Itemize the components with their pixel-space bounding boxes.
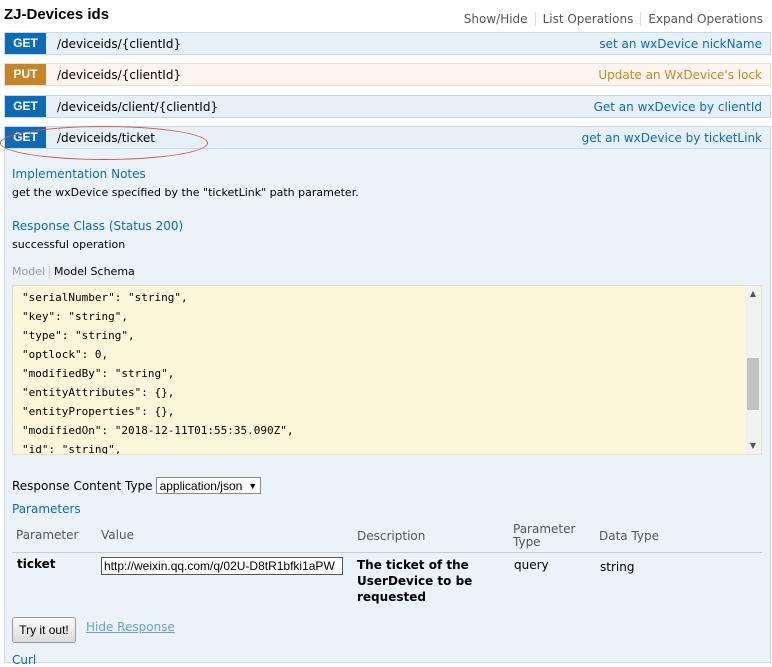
col-header-parameter-type: Type (513, 535, 541, 549)
col-header-parameter-type: Parameter (513, 522, 576, 536)
response-content-type-label: Response Content Type (12, 478, 153, 493)
col-header-value: Value (101, 528, 134, 542)
model-schema-box[interactable]: "serialNumber": "string", "key": "string… (12, 285, 762, 455)
list-operations-link[interactable]: List Operations (543, 12, 634, 26)
schema-line: "serialNumber": "string", (22, 291, 188, 304)
param-name: ticket (17, 557, 56, 571)
operation-summary[interactable]: set an wxDevice nickName (599, 37, 762, 51)
response-class-title: Response Class (Status 200) (12, 219, 184, 233)
link-divider (640, 12, 642, 26)
method-badge[interactable]: GET (5, 96, 46, 117)
schema-line: "modifiedOn": "2018-12-11T01:55:35.090Z"… (22, 424, 294, 437)
response-content-type: Response Content Type application/json ▼ (12, 477, 262, 494)
schema-code: "serialNumber": "string", "key": "string… (22, 288, 294, 455)
operation-path[interactable]: /deviceids/ticket (57, 131, 155, 145)
param-description: requested (357, 590, 426, 604)
schema-line: "modifiedBy": "string", (22, 367, 175, 380)
operation-get-deviceids-ticket[interactable]: GET /deviceids/ticket get an wxDevice by… (4, 126, 771, 149)
param-type: query (514, 558, 549, 572)
method-badge[interactable]: GET (5, 33, 46, 54)
expand-operations-link[interactable]: Expand Operations (648, 12, 763, 26)
col-header-data-type: Data Type (599, 529, 660, 543)
response-content-type-select[interactable]: application/json ▼ (155, 477, 262, 494)
schema-scrollbar[interactable]: ▲ ▼ (745, 286, 761, 454)
operation-path[interactable]: /deviceids/client/{clientId} (57, 100, 218, 114)
schema-line: "entityAttributes": {}, (22, 386, 175, 399)
scroll-up-icon[interactable]: ▲ (745, 286, 761, 302)
resource-links: Show/Hide List Operations Expand Operati… (464, 12, 763, 26)
select-value: application/json (159, 478, 243, 493)
method-badge[interactable]: PUT (5, 64, 46, 85)
operation-get-deviceids-client[interactable]: GET /deviceids/client/{clientId} Get an … (4, 95, 771, 118)
dropdown-caret-icon: ▼ (248, 480, 258, 491)
show-hide-link[interactable]: Show/Hide (464, 12, 528, 26)
response-class-text: successful operation (12, 238, 126, 251)
param-data-type: string (600, 560, 635, 574)
implementation-notes-text: get the wxDevice specified by the "ticke… (12, 186, 359, 199)
param-description: The ticket of the (357, 558, 469, 572)
operation-summary[interactable]: Update an WxDevice's lock (598, 68, 762, 82)
operation-put-deviceids-clientid[interactable]: PUT /deviceids/{clientId} Update an WxDe… (4, 63, 771, 86)
parameters-title: Parameters (12, 502, 81, 516)
ticket-value-input[interactable]: http://weixin.qq.com/q/02U-D8tR1bfki1aPW (101, 557, 343, 575)
resource-title[interactable]: ZJ-Devices ids (4, 6, 109, 23)
operation-get-deviceids-clientid[interactable]: GET /deviceids/{clientId} set an wxDevic… (4, 32, 771, 55)
schema-line: "key": "string", (22, 310, 128, 323)
col-header-description: Description (357, 529, 426, 543)
schema-line: "id": "string", (22, 443, 122, 455)
implementation-notes-title: Implementation Notes (12, 167, 146, 181)
operation-summary[interactable]: get an wxDevice by ticketLink (582, 131, 762, 145)
scroll-down-icon[interactable]: ▼ (745, 438, 761, 454)
schema-line: "optlock": 0, (22, 348, 109, 361)
link-divider (534, 12, 536, 26)
col-header-parameter: Parameter (16, 528, 79, 542)
tab-divider (49, 265, 51, 278)
operation-path[interactable]: /deviceids/{clientId} (57, 37, 181, 51)
scroll-thumb[interactable] (747, 358, 759, 410)
table-divider (12, 552, 762, 553)
model-tabs: Model Model Schema (12, 265, 135, 278)
curl-title: Curl (12, 653, 37, 667)
try-it-out-button[interactable]: Try it out! (12, 617, 76, 643)
schema-line: "entityProperties": {}, (22, 405, 175, 418)
schema-line: "type": "string", (22, 329, 135, 342)
hide-response-link[interactable]: Hide Response (86, 620, 175, 634)
tab-model-schema[interactable]: Model Schema (54, 265, 135, 278)
tab-model[interactable]: Model (12, 265, 45, 278)
operation-summary[interactable]: Get an wxDevice by clientId (594, 100, 762, 114)
operation-path[interactable]: /deviceids/{clientId} (57, 68, 181, 82)
param-description: UserDevice to be (357, 574, 473, 588)
method-badge[interactable]: GET (5, 127, 46, 148)
